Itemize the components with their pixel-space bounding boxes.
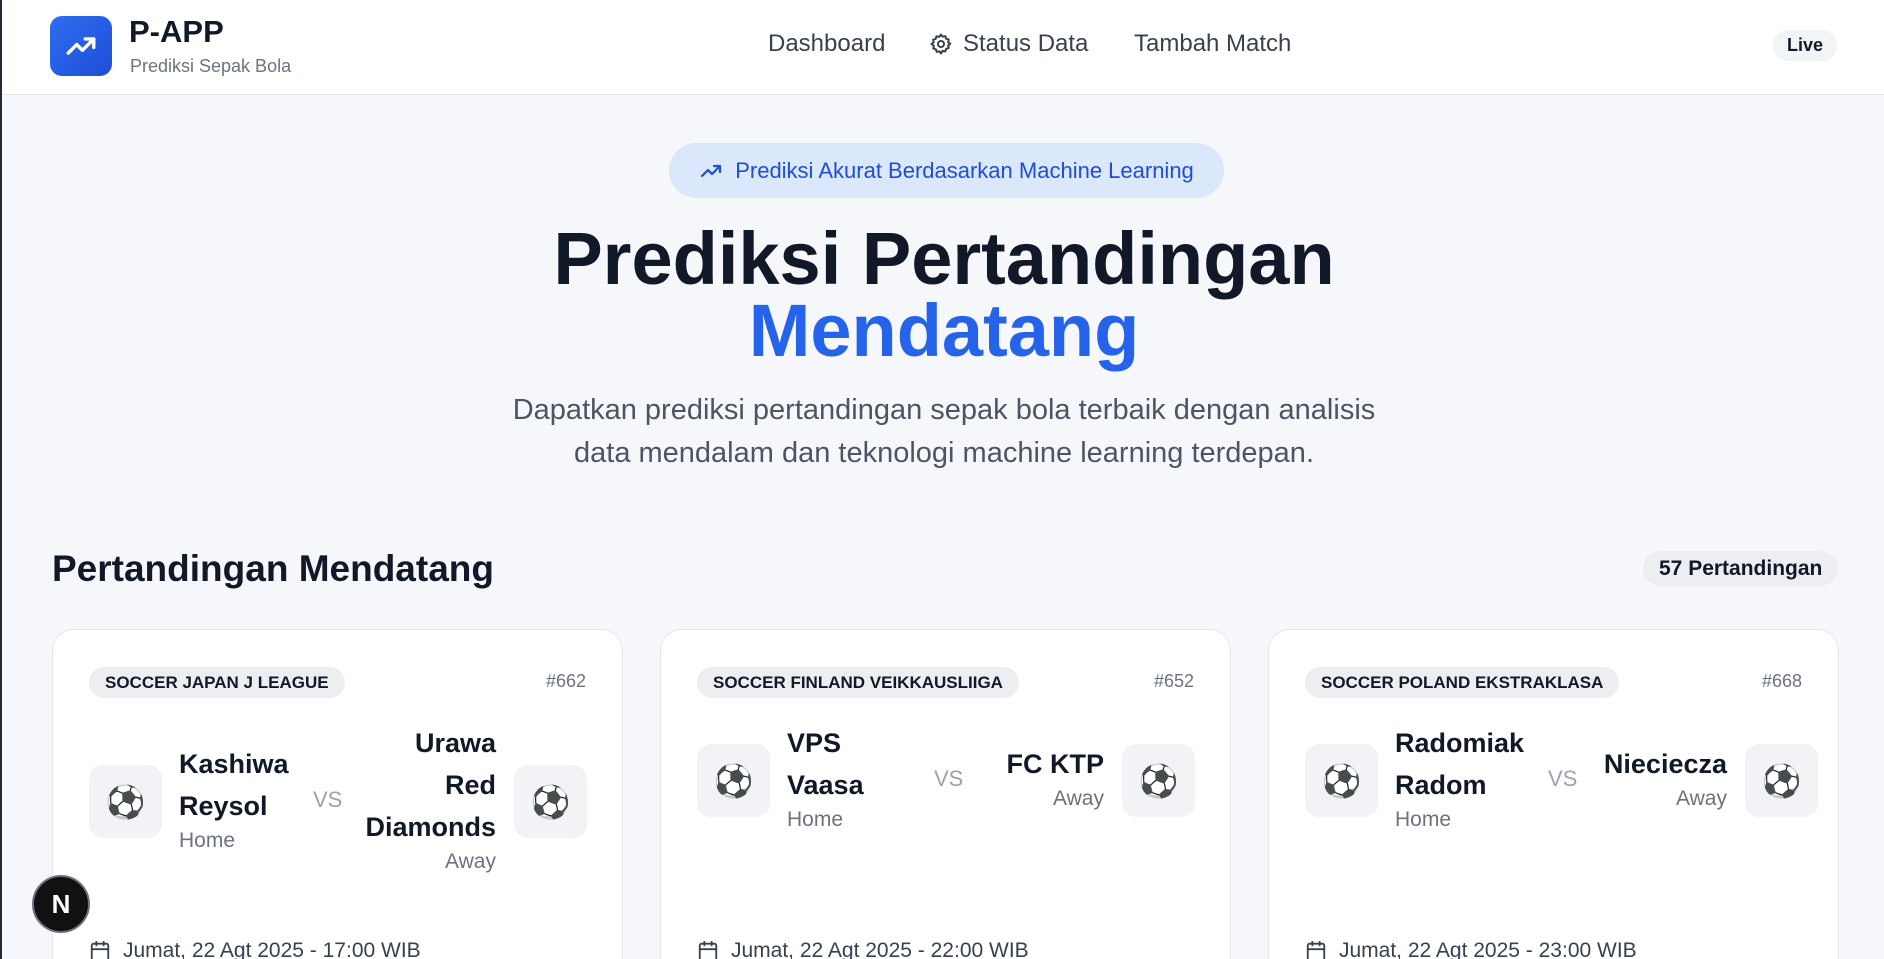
nav-tambah-match-label: Tambah Match [1134, 30, 1292, 57]
trending-up-icon [66, 37, 96, 55]
trending-up-icon [701, 164, 722, 177]
home-team-role: Home [179, 829, 236, 852]
logo[interactable] [50, 16, 112, 76]
away-team-name-line: Diamonds [365, 812, 496, 842]
home-team-name-line: Reysol [179, 791, 268, 821]
vs-label: VS [313, 787, 343, 812]
match-count-badge: 57 Pertandingan [1643, 551, 1839, 586]
soccer-ball-icon: ⚽ [1138, 762, 1179, 799]
gear-icon [930, 33, 952, 55]
match-card[interactable]: SOCCER FINLAND VEIKKAUSLIIGA #652 ⚽ VPS … [660, 629, 1231, 959]
away-team-name: FC KTP [1007, 743, 1105, 785]
match-datetime: Jumat, 22 Agt 2025 - 17:00 WIB [89, 939, 421, 959]
calendar-icon [90, 940, 110, 959]
calendar-icon [1306, 940, 1326, 959]
nav-status-data[interactable]: Status Data [929, 30, 1088, 58]
soccer-ball-icon: ⚽ [1321, 762, 1362, 799]
nav-dashboard-label: Dashboard [768, 30, 886, 57]
away-team-role: Away [445, 850, 496, 873]
away-team-name-line: Nieciecza [1603, 749, 1727, 779]
brand-subtitle: Prediksi Sepak Bola [130, 56, 292, 76]
nav-status-data-label: Status Data [963, 30, 1089, 57]
away-team-name-line: FC KTP [1006, 749, 1105, 779]
hero-pill-text: Prediksi Akurat Berdasarkan Machine Lear… [735, 157, 1194, 183]
home-team-name-line: Kashiwa [179, 749, 289, 779]
match-id: #652 [1153, 671, 1194, 691]
home-team-name: Kashiwa Reysol [179, 743, 289, 827]
next-dev-button[interactable]: N [32, 875, 90, 933]
hero-description-line2: data mendalam dan teknologi machine lear… [574, 437, 1314, 469]
home-team-name-line: VPS [787, 728, 842, 758]
match-card[interactable]: SOCCER JAPAN J LEAGUE #662 ⚽ Kashiwa Rey… [52, 629, 623, 959]
soccer-ball-icon: ⚽ [713, 762, 754, 799]
hero-title-line1: Prediksi Pertandingan [553, 217, 1335, 300]
vs-label: VS [934, 766, 964, 791]
away-team-icon: ⚽ [514, 765, 587, 838]
away-team-name: Urawa Red Diamonds [365, 722, 496, 848]
home-team-name-line: Vaasa [787, 770, 864, 800]
home-team-name: Radomiak Radom [1395, 722, 1524, 806]
match-datetime-text: Jumat, 22 Agt 2025 - 23:00 WIB [1339, 939, 1637, 959]
nav-dashboard[interactable]: Dashboard [768, 30, 885, 58]
home-team-role: Home [1395, 808, 1452, 831]
brand-title[interactable]: P-APP [129, 14, 224, 50]
league-badge: SOCCER POLAND EKSTRAKLASA [1305, 667, 1620, 698]
home-team-name-line: Radom [1395, 770, 1487, 800]
away-team-icon: ⚽ [1122, 744, 1195, 817]
match-card[interactable]: SOCCER POLAND EKSTRAKLASA #668 ⚽ Radomia… [1268, 629, 1839, 959]
section-title: Pertandingan Mendatang [52, 548, 494, 589]
league-badge: SOCCER JAPAN J LEAGUE [89, 667, 345, 698]
hero-description: Dapatkan prediksi pertandingan sepak bol… [444, 389, 1444, 475]
live-badge: Live [1773, 30, 1838, 61]
match-datetime: Jumat, 22 Agt 2025 - 23:00 WIB [1305, 939, 1637, 959]
home-team-icon: ⚽ [697, 744, 770, 817]
match-datetime-text: Jumat, 22 Agt 2025 - 22:00 WIB [731, 939, 1029, 959]
hero-description-line1: Dapatkan prediksi pertandingan sepak bol… [512, 394, 1376, 426]
away-team-icon: ⚽ [1745, 744, 1818, 817]
hero-title-line2: Mendatang [748, 289, 1140, 372]
league-badge: SOCCER FINLAND VEIKKAUSLIIGA [697, 667, 1019, 698]
away-team-role: Away [1053, 787, 1104, 810]
soccer-ball-icon: ⚽ [1761, 762, 1802, 799]
nav-tambah-match[interactable]: Tambah Match [1134, 30, 1291, 58]
home-team-role: Home [787, 808, 844, 831]
home-team-icon: ⚽ [1305, 744, 1378, 817]
vs-label: VS [1548, 766, 1578, 791]
top-header: P-APP Prediksi Sepak Bola Dashboard Stat… [2, 0, 1884, 95]
home-team-name: VPS Vaasa [787, 722, 864, 806]
away-team-name-line: Urawa [414, 728, 496, 758]
soccer-ball-icon: ⚽ [105, 783, 146, 820]
match-datetime-text: Jumat, 22 Agt 2025 - 17:00 WIB [123, 939, 421, 959]
soccer-ball-icon: ⚽ [530, 783, 571, 820]
match-id: #668 [1761, 671, 1802, 691]
home-team-icon: ⚽ [89, 765, 162, 838]
match-datetime: Jumat, 22 Agt 2025 - 22:00 WIB [697, 939, 1029, 959]
home-team-name-line: Radomiak [1395, 728, 1525, 758]
away-team-name-line: Red [444, 770, 496, 800]
hero-pill: Prediksi Akurat Berdasarkan Machine Lear… [669, 143, 1224, 198]
away-team-role: Away [1676, 787, 1727, 810]
calendar-icon [698, 940, 718, 959]
away-team-name: Nieciecza [1604, 743, 1727, 785]
match-id: #662 [545, 671, 586, 691]
